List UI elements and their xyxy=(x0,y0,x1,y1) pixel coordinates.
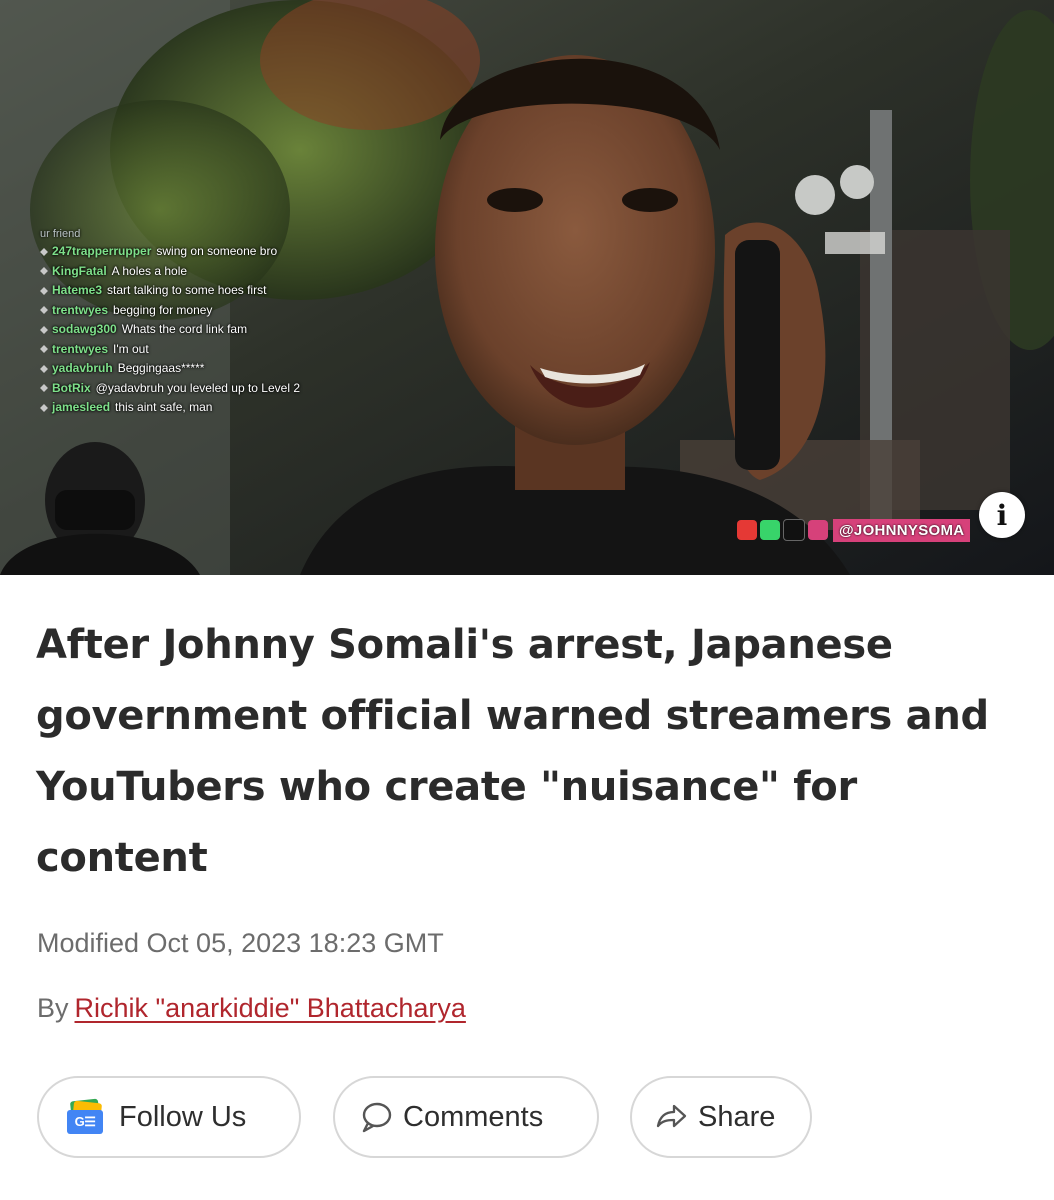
chat-username: Hateme3 xyxy=(52,283,103,297)
share-label: Share xyxy=(698,1100,776,1133)
chat-text: Whats the cord link fam xyxy=(121,322,248,336)
info-icon[interactable]: i xyxy=(979,492,1025,538)
follow-us-button[interactable]: G☰ Follow Us xyxy=(37,1076,301,1158)
hero-image: ur friend 247trapperrupper swing on someo… xyxy=(0,0,1054,575)
share-arrow-icon xyxy=(656,1104,687,1128)
chat-text: swing on someone bro xyxy=(156,244,278,258)
chat-text: Beggingaas***** xyxy=(117,361,205,375)
chat-text: I'm out xyxy=(113,341,149,356)
chat-badge-icon xyxy=(40,325,48,334)
chat-username: jamesleed xyxy=(52,400,111,414)
chat-header: ur friend xyxy=(40,228,81,240)
chat-message: trentwyes I'm out xyxy=(40,342,370,362)
chat-badge-icon xyxy=(40,306,48,315)
chat-badge-icon xyxy=(40,364,48,373)
social-watermark: @JOHNNYSOMA xyxy=(737,516,971,544)
chat-badge-icon xyxy=(40,247,48,256)
chat-username: trentwyes xyxy=(52,302,109,317)
channel-handle: @JOHNNYSOMA xyxy=(833,518,971,542)
byline: By Richik "anarkiddie" Bhattacharya xyxy=(37,993,466,1024)
modified-date: Modified Oct 05, 2023 18:23 GMT xyxy=(37,928,444,958)
chat-message: BotRix @yadavbruh you leveled up to Level… xyxy=(40,381,370,401)
article-actions: G☰ Follow Us Comments Share xyxy=(0,1076,1054,1160)
chat-message: KingFatal A holes a hole xyxy=(40,264,370,284)
follow-us-label: Follow Us xyxy=(119,1100,247,1133)
chat-badge-icon xyxy=(40,345,48,354)
chat-username: sodawg300 xyxy=(52,322,117,336)
chat-message: yadavbruh Beggingaas***** xyxy=(40,361,370,381)
chat-badge-icon xyxy=(40,384,48,393)
author-link[interactable]: Richik "anarkiddie" Bhattacharya xyxy=(75,993,466,1023)
chat-text: A holes a hole xyxy=(111,263,188,278)
chat-username: BotRix xyxy=(52,380,91,395)
byline-prefix: By xyxy=(37,993,69,1023)
tiktok-icon xyxy=(783,519,805,541)
chat-text: @yadavbruh you leveled up to Level 2 xyxy=(95,380,300,395)
chat-badge-icon xyxy=(40,286,48,295)
chat-username: 247trapperrupper xyxy=(52,244,152,258)
chat-message: sodawg300 Whats the cord link fam xyxy=(40,322,370,342)
chat-badge-icon xyxy=(40,267,48,276)
chat-text: start talking to some hoes first xyxy=(107,283,267,297)
chat-username: yadavbruh xyxy=(52,361,113,375)
comment-bubble-icon xyxy=(362,1102,392,1133)
chat-username: KingFatal xyxy=(52,263,107,278)
article-headline: After Johnny Somali's arrest, Japanese g… xyxy=(36,622,989,881)
chat-message: trentwyes begging for money xyxy=(40,303,370,323)
chat-message: Hateme3 start talking to some hoes first xyxy=(40,283,370,303)
chat-username: trentwyes xyxy=(52,341,109,356)
chat-message: jamesleed this aint safe, man xyxy=(40,400,370,420)
kick-icon xyxy=(760,520,780,540)
chat-text: begging for money xyxy=(113,302,213,317)
chat-badge-icon xyxy=(40,403,48,412)
chat-text: this aint safe, man xyxy=(115,400,213,414)
comments-label: Comments xyxy=(403,1100,544,1133)
youtube-icon xyxy=(737,520,757,540)
stream-chat-overlay: ur friend 247trapperrupper swing on someo… xyxy=(40,228,370,420)
share-button[interactable]: Share xyxy=(630,1076,812,1158)
instagram-icon xyxy=(808,520,828,540)
comments-button[interactable]: Comments xyxy=(333,1076,599,1158)
chat-message: 247trapperrupper swing on someone bro xyxy=(40,244,370,264)
google-news-icon: G☰ xyxy=(67,1098,103,1134)
